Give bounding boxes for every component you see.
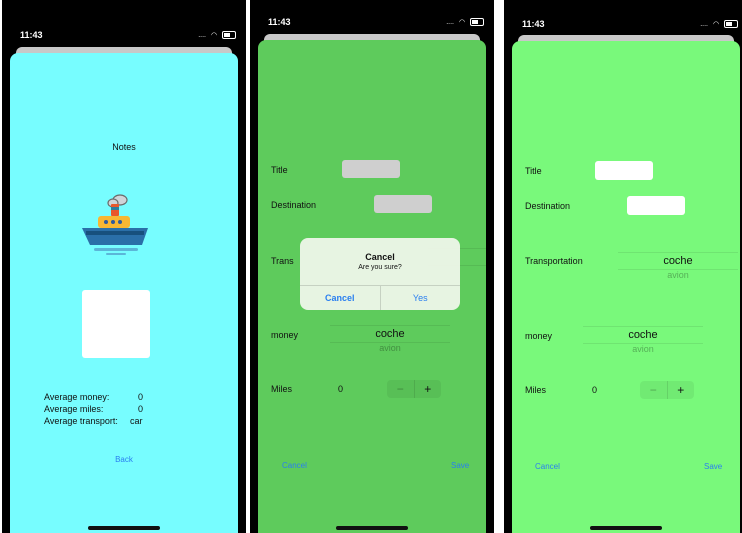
signal-icon: .... (446, 19, 454, 26)
transportation-label: Transportation (525, 256, 583, 266)
destination-label: Destination (525, 201, 571, 211)
home-indicator (590, 526, 662, 530)
cancel-button[interactable]: Cancel (282, 461, 307, 470)
status-time: 11:43 (268, 17, 291, 27)
miles-label: Miles (271, 384, 293, 394)
phone-edit-screen: 11:43 .... ◠ Title Destination Transport… (504, 0, 742, 533)
status-bar: 11:43 .... ◠ (504, 0, 742, 40)
title-field[interactable] (342, 160, 400, 178)
dialog-message: Are you sure? (358, 264, 402, 271)
notes-text-area[interactable] (82, 290, 150, 358)
stepper-plus-button[interactable]: + (415, 380, 442, 398)
cancel-button[interactable]: Cancel (535, 462, 560, 471)
miles-value: 0 (592, 385, 598, 395)
money-picker-next: avion (632, 344, 654, 354)
miles-stepper[interactable]: − + (640, 381, 694, 399)
destination-field[interactable] (374, 195, 432, 213)
phone-edit-screen-dialog: 11:43 .... ◠ Title Destination Trans coc… (250, 0, 494, 533)
dialog-yes-button[interactable]: Yes (381, 286, 461, 310)
money-picker[interactable]: coche avion (583, 326, 703, 354)
miles-label: Miles (525, 385, 547, 395)
money-picker[interactable]: coche avion (330, 325, 450, 353)
stat-money-label: Average money: (44, 392, 110, 402)
transport-picker-next: avion (667, 270, 689, 280)
edit-sheet: Title Destination Trans coche money coch… (258, 40, 486, 533)
ship-icon (82, 194, 148, 255)
title-label: Title (525, 166, 542, 176)
stepper-minus-button[interactable]: − (640, 381, 668, 399)
home-indicator (88, 526, 160, 530)
stat-money-value: 0 (138, 392, 144, 402)
battery-icon (724, 20, 738, 29)
stat-transport-value: car (130, 416, 143, 426)
phone-notes-screen: 11:43 .... ◠ Notes Average money: 0 Aver… (2, 0, 246, 533)
save-button[interactable]: Save (704, 462, 722, 471)
dialog-title: Cancel (365, 252, 395, 262)
money-label: money (271, 330, 299, 340)
signal-icon: .... (700, 21, 708, 28)
back-button[interactable]: Back (10, 455, 238, 464)
transport-picker[interactable]: coche avion (618, 252, 738, 280)
battery-icon (222, 31, 236, 40)
transportation-label: Trans (271, 256, 294, 266)
miles-stepper[interactable]: − + (387, 380, 441, 398)
money-picker-next: avion (379, 343, 401, 353)
status-time: 11:43 (20, 30, 43, 40)
home-indicator (336, 526, 408, 530)
miles-value: 0 (338, 384, 344, 394)
save-button[interactable]: Save (451, 461, 469, 470)
battery-icon (470, 18, 484, 27)
wifi-icon: ◠ (712, 21, 720, 28)
title-field[interactable] (595, 161, 653, 180)
destination-field[interactable] (627, 196, 685, 215)
notes-sheet: Notes Average money: 0 Average miles: 0 … (10, 53, 238, 533)
page-title: Notes (112, 142, 136, 152)
money-picker-selected: coche (330, 325, 450, 343)
status-bar: 11:43 .... ◠ (2, 0, 246, 40)
status-time: 11:43 (522, 19, 545, 29)
transport-picker-selected: coche (618, 252, 738, 270)
wifi-icon: ◠ (210, 32, 218, 39)
title-label: Title (271, 165, 288, 175)
cancel-alert-dialog: Cancel Are you sure? Cancel Yes (300, 238, 460, 310)
stat-transport-label: Average transport: (44, 416, 118, 426)
stepper-plus-button[interactable]: + (668, 381, 695, 399)
stepper-minus-button[interactable]: − (387, 380, 415, 398)
wifi-icon: ◠ (458, 19, 466, 26)
stat-miles-value: 0 (138, 404, 144, 414)
dialog-cancel-button[interactable]: Cancel (300, 286, 381, 310)
money-picker-selected: coche (583, 326, 703, 344)
edit-sheet: Title Destination Transportation coche a… (512, 41, 740, 533)
destination-label: Destination (271, 200, 317, 210)
money-label: money (525, 331, 553, 341)
stat-miles-label: Average miles: (44, 404, 104, 414)
signal-icon: .... (198, 32, 206, 39)
